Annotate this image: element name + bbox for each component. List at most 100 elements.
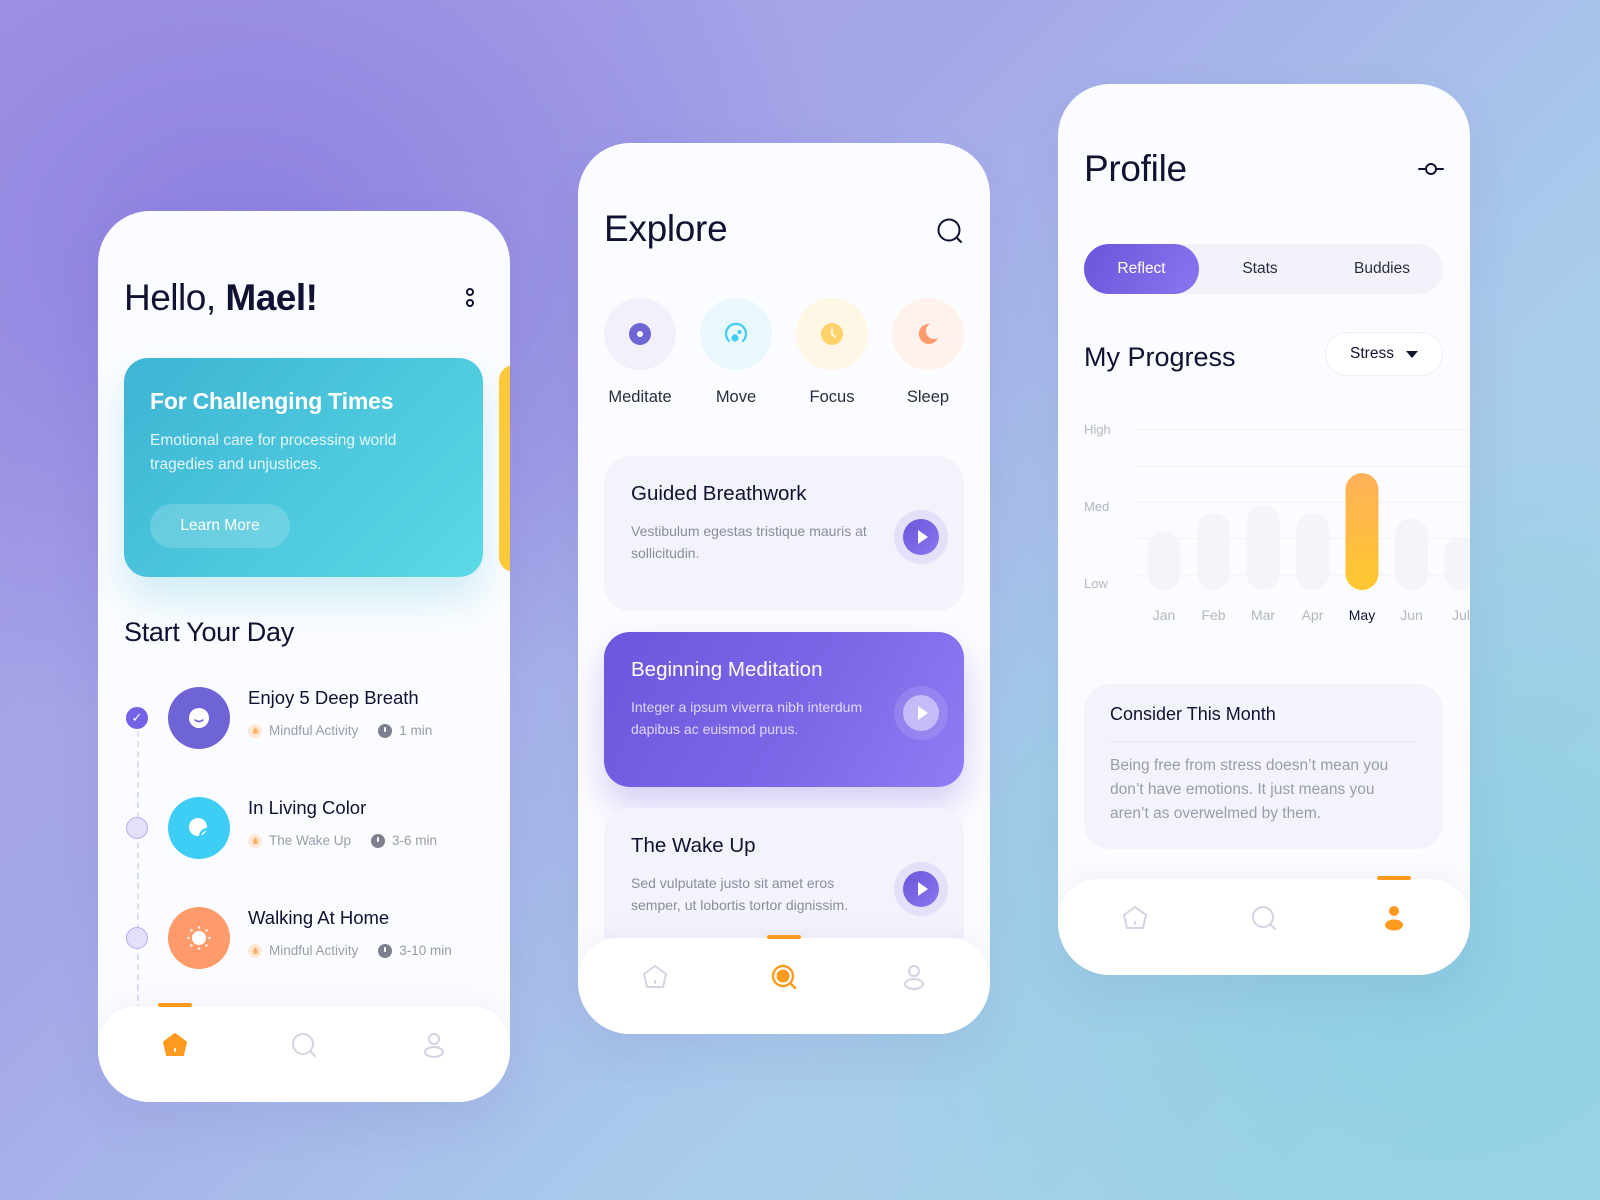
chart-bar-jul[interactable] <box>1444 536 1471 590</box>
sun-icon <box>168 907 230 969</box>
learn-more-button[interactable]: Learn More <box>150 504 290 548</box>
color-icon <box>168 797 230 859</box>
tab-home[interactable] <box>1118 901 1152 935</box>
section-title: Start Your Day <box>124 617 294 647</box>
clock-icon <box>378 943 393 958</box>
section-title: My Progress <box>1084 342 1236 372</box>
category-sleep[interactable]: Sleep <box>892 298 964 407</box>
task-duration: 3-6 min <box>392 833 438 848</box>
timeline-connector <box>137 731 139 1031</box>
task-meta: ıllı Mindful Activity 3-10 min <box>248 943 452 958</box>
search-icon[interactable] <box>936 217 964 250</box>
focus-icon <box>796 298 868 370</box>
settings-slider-icon[interactable] <box>1418 162 1444 181</box>
category-label: Move <box>715 388 757 406</box>
home-icon <box>1123 906 1147 929</box>
hero-title: For Challenging Times <box>150 388 394 414</box>
tab-home[interactable] <box>638 960 672 994</box>
profile-icon <box>424 1033 444 1058</box>
x-tick-label: Feb <box>1201 607 1225 623</box>
x-tick-label: May <box>1349 607 1375 623</box>
category-label: Sleep <box>906 388 950 406</box>
tab-home[interactable] <box>158 1028 192 1062</box>
card-title: Guided Breathwork <box>631 482 807 505</box>
page-title: Profile <box>1084 148 1187 189</box>
task-category: The Wake Up <box>269 833 352 848</box>
chart-bar-jun[interactable] <box>1395 518 1428 590</box>
task-item[interactable]: ✓ Enjoy 5 Deep Breath ıllı Mindful Activ… <box>98 683 510 753</box>
profile-icon <box>1385 906 1403 931</box>
tab-profile[interactable] <box>417 1028 451 1062</box>
play-button[interactable] <box>894 862 948 916</box>
play-icon <box>903 871 939 907</box>
active-tab-indicator <box>1377 876 1411 880</box>
hero-subtitle: Emotional care for processing world trag… <box>150 432 397 473</box>
task-duration: 1 min <box>399 723 433 738</box>
bottom-tab-bar <box>98 1003 510 1102</box>
move-icon <box>700 298 772 370</box>
task-item[interactable]: Walking At Home ıllı Mindful Activity 3-… <box>98 903 510 973</box>
checkbox[interactable] <box>126 817 148 839</box>
tab-stats[interactable]: Stats <box>1199 244 1321 294</box>
home-screen: Hello, Mael! For Challenging Times Emoti… <box>98 211 510 1102</box>
y-tick-label: High <box>1084 422 1111 437</box>
clock-icon <box>371 833 386 848</box>
card-description: Vestibulum egestas tristique mauris at s… <box>631 523 867 561</box>
metric-dropdown[interactable]: Stress <box>1325 332 1443 376</box>
search-icon <box>1252 906 1276 930</box>
clock-icon <box>378 723 393 738</box>
profile-screen: Profile Reflect Stats Buddies My Progres… <box>1058 84 1470 975</box>
tab-reflect[interactable]: Reflect <box>1084 244 1199 294</box>
chart-bar-may[interactable] <box>1345 473 1379 590</box>
card-title: The Wake Up <box>631 834 756 857</box>
play-icon <box>903 695 939 731</box>
home-icon <box>163 1033 187 1056</box>
caret-down-icon <box>1405 350 1418 358</box>
category-meditate[interactable]: Meditate <box>604 298 676 407</box>
next-hero-card[interactable] <box>499 365 510 572</box>
chart-bar-mar[interactable] <box>1246 505 1280 590</box>
category-label: Meditate <box>608 388 672 406</box>
hero-card[interactable]: For Challenging Times Emotional care for… <box>124 358 483 577</box>
tab-profile[interactable] <box>897 960 931 994</box>
tab-buddies[interactable]: Buddies <box>1321 244 1443 294</box>
chart-bar-apr[interactable] <box>1296 512 1329 590</box>
play-button[interactable] <box>894 686 948 740</box>
y-tick-label: Med <box>1084 499 1109 514</box>
insight-card: Consider This Month Being free from stre… <box>1084 684 1443 849</box>
category-focus[interactable]: Focus <box>796 298 868 407</box>
session-card[interactable]: Guided Breathwork Vestibulum egestas tri… <box>604 456 964 611</box>
insight-title: Consider This Month <box>1110 704 1417 742</box>
profile-icon <box>904 965 924 990</box>
insight-body: Being free from stress doesn’t mean you … <box>1110 757 1389 822</box>
task-category: Mindful Activity <box>269 723 359 738</box>
task-meta: ıllı Mindful Activity 1 min <box>248 723 432 738</box>
chart-bar-jan[interactable] <box>1147 531 1181 590</box>
search-icon <box>771 964 797 990</box>
task-title: Enjoy 5 Deep Breath <box>248 687 419 708</box>
tab-search[interactable] <box>1247 901 1281 935</box>
chart-bar-feb[interactable] <box>1197 512 1230 590</box>
greeting-name: Mael! <box>225 277 318 318</box>
category-move[interactable]: Move <box>700 298 772 407</box>
check-icon[interactable]: ✓ <box>126 707 148 729</box>
audio-wave-icon: ıllı <box>248 723 262 738</box>
active-tab-indicator <box>158 1003 192 1007</box>
y-tick-label: Low <box>1084 576 1108 591</box>
checkbox[interactable] <box>126 927 148 949</box>
bottom-tab-bar <box>578 935 990 1034</box>
smile-icon <box>168 687 230 749</box>
session-card-active[interactable]: Beginning Meditation Integer a ipsum viv… <box>604 632 964 787</box>
segmented-tabs: Reflect Stats Buddies <box>1084 244 1443 294</box>
tab-search[interactable] <box>767 960 801 994</box>
x-tick-label: Mar <box>1251 607 1275 623</box>
tab-search[interactable] <box>287 1028 321 1062</box>
play-button[interactable] <box>894 510 948 564</box>
more-vertical-icon[interactable] <box>464 285 476 313</box>
tab-profile[interactable] <box>1377 901 1411 935</box>
play-icon <box>903 519 939 555</box>
task-item[interactable]: In Living Color ıllı The Wake Up 3-6 min <box>98 793 510 863</box>
card-description: Integer a ipsum viverra nibh interdum da… <box>631 699 863 737</box>
x-tick-label: Jan <box>1153 607 1176 623</box>
audio-wave-icon: ıllı <box>248 943 262 958</box>
